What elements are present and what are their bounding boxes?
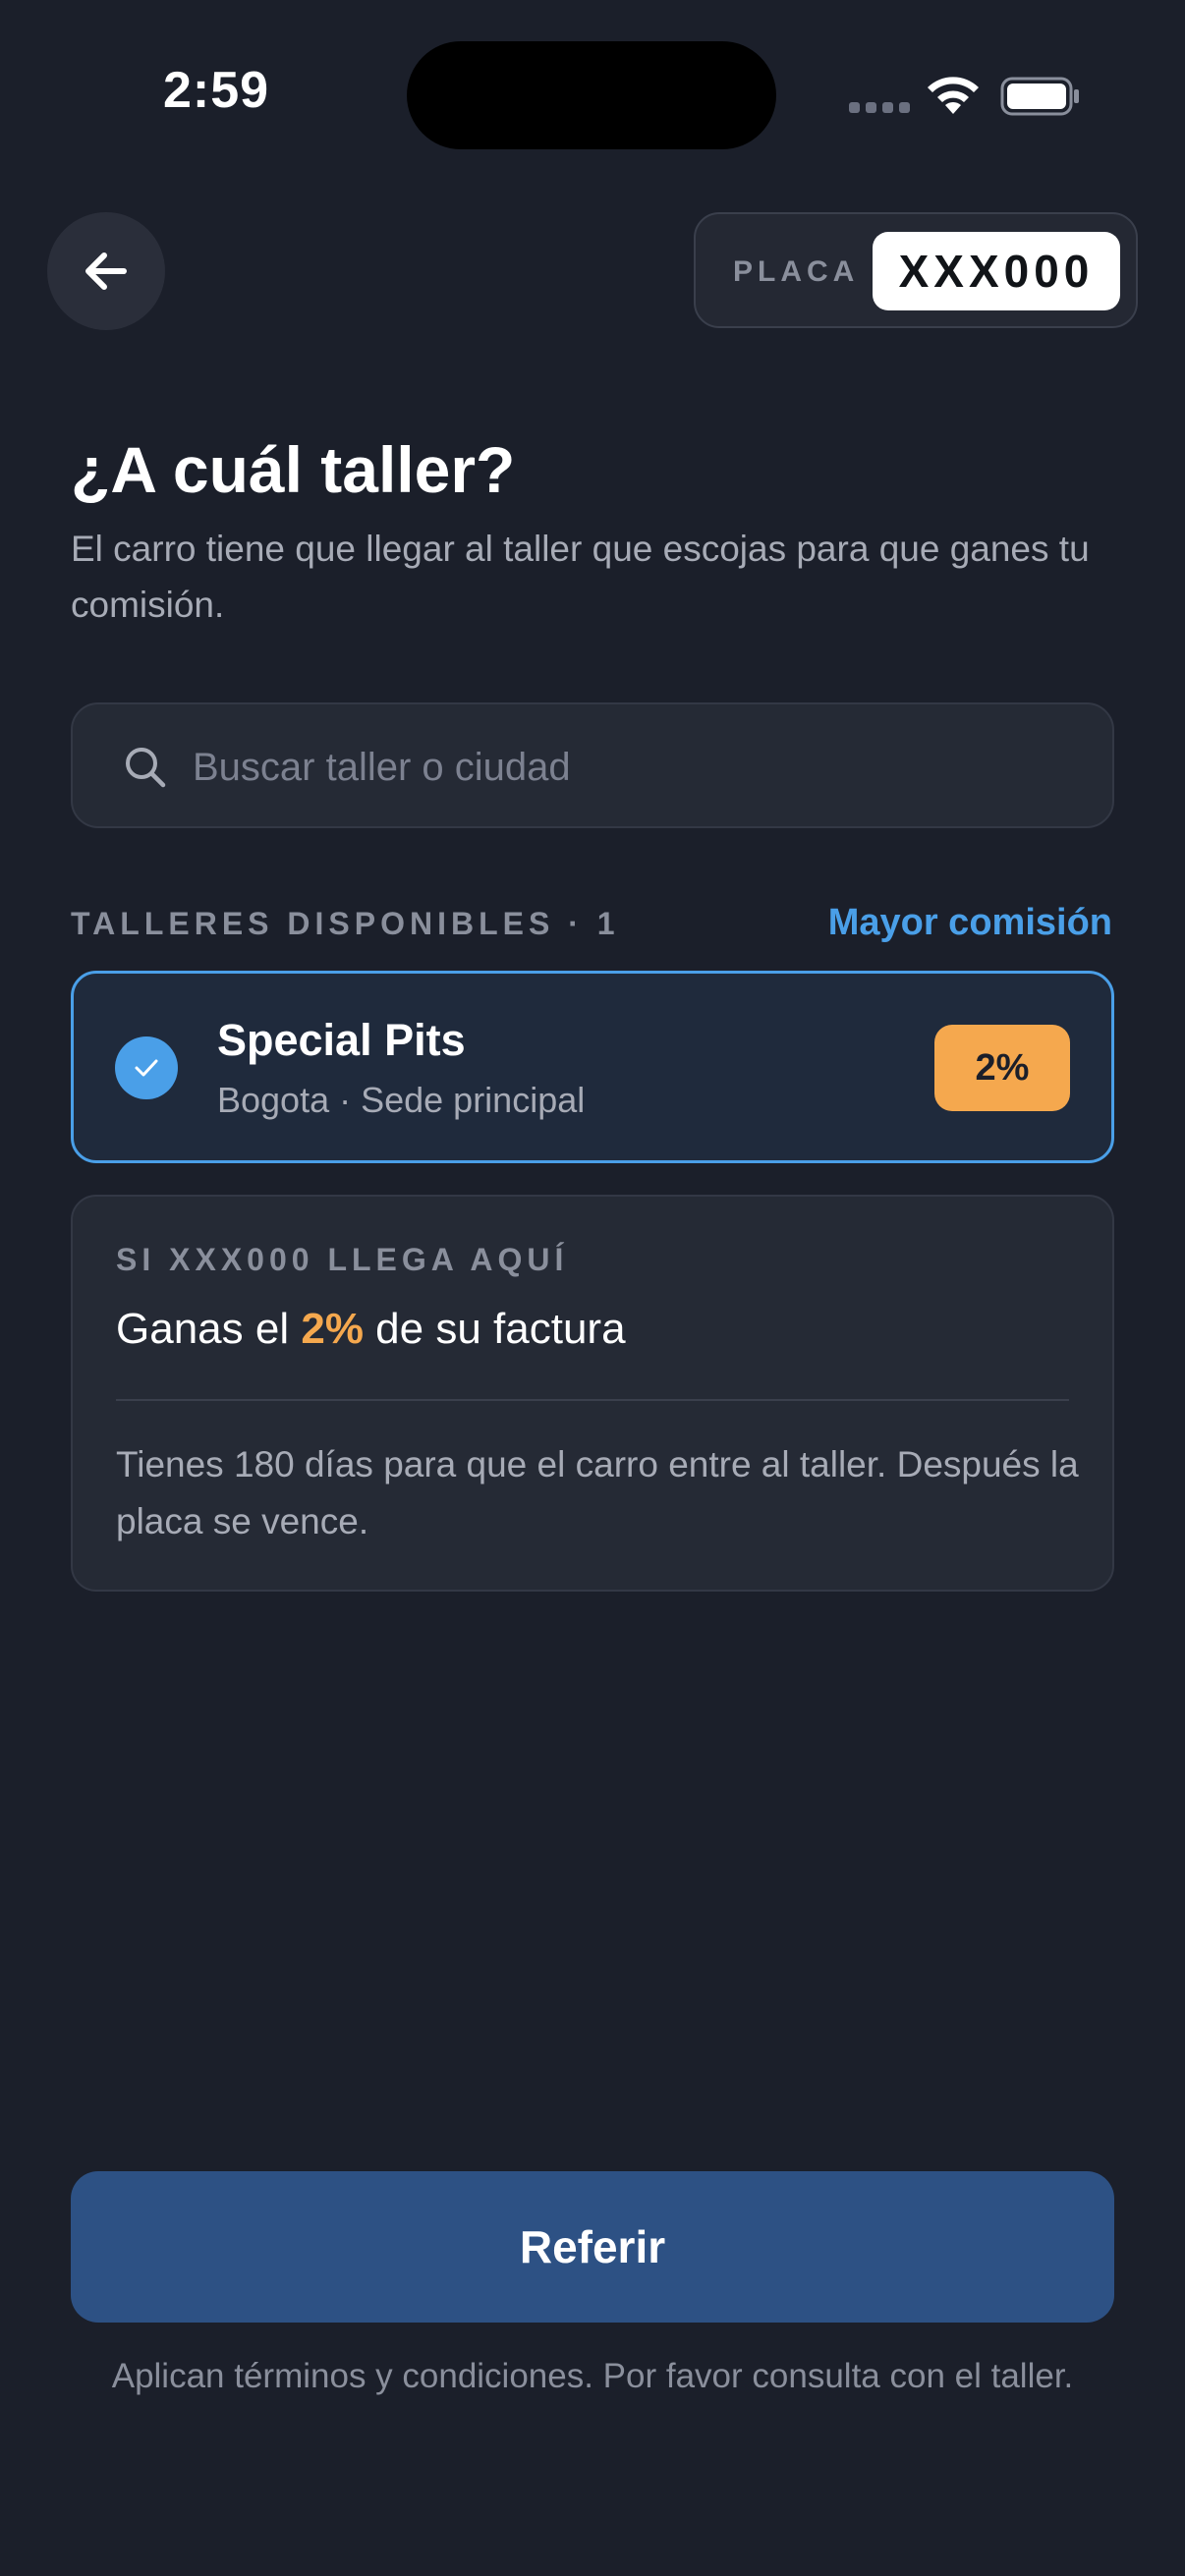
wifi-icon — [928, 77, 979, 114]
back-button[interactable] — [47, 212, 165, 330]
plate-indicator: PLACA XXX000 — [694, 212, 1138, 328]
search-box[interactable] — [71, 702, 1114, 828]
status-time: 2:59 — [163, 62, 270, 119]
arrow-left-icon — [85, 252, 127, 290]
divider — [116, 1399, 1069, 1401]
terms-text: Aplican términos y condiciones. Por favo… — [111, 2357, 1074, 2395]
signal-icon — [849, 102, 910, 113]
earnings-prefix: Ganas el — [116, 1305, 290, 1353]
earnings-text: Ganas el 2% de su factura — [116, 1305, 626, 1354]
earnings-percent: 2% — [301, 1305, 364, 1353]
battery-icon — [1000, 77, 1079, 116]
plate-value: XXX000 — [873, 232, 1120, 310]
section-label: TALLERES DISPONIBLES · 1 — [71, 906, 620, 941]
sort-by-commission-link[interactable]: Mayor comisión — [828, 902, 1112, 944]
commission-badge: 2% — [934, 1025, 1070, 1111]
shop-card[interactable]: Special Pits Bogota · Sede principal 2% — [71, 971, 1114, 1163]
refer-button[interactable]: Referir — [71, 2171, 1114, 2323]
shop-name: Special Pits — [217, 1015, 466, 1065]
page-subtitle: El carro tiene que llegar al taller que … — [71, 529, 1090, 625]
info-kicker: SI XXX000 LLEGA AQUÍ — [116, 1242, 569, 1277]
dynamic-island — [407, 41, 776, 149]
search-input[interactable] — [193, 742, 1057, 793]
search-icon — [126, 748, 166, 788]
info-card: SI XXX000 LLEGA AQUÍ Ganas el 2% de su f… — [71, 1195, 1114, 1592]
page-title: ¿A cuál taller? — [71, 433, 516, 506]
earnings-suffix: de su factura — [375, 1305, 626, 1353]
screen: 2:59 PLACA XXX000 ¿A cuál taller? El car… — [0, 0, 1185, 2576]
shop-location: Bogota · Sede principal — [217, 1080, 586, 1120]
info-note: Tienes 180 días para que el carro entre … — [116, 1444, 1079, 1541]
plate-label: PLACA — [733, 255, 860, 288]
selected-check-icon — [115, 1036, 178, 1099]
